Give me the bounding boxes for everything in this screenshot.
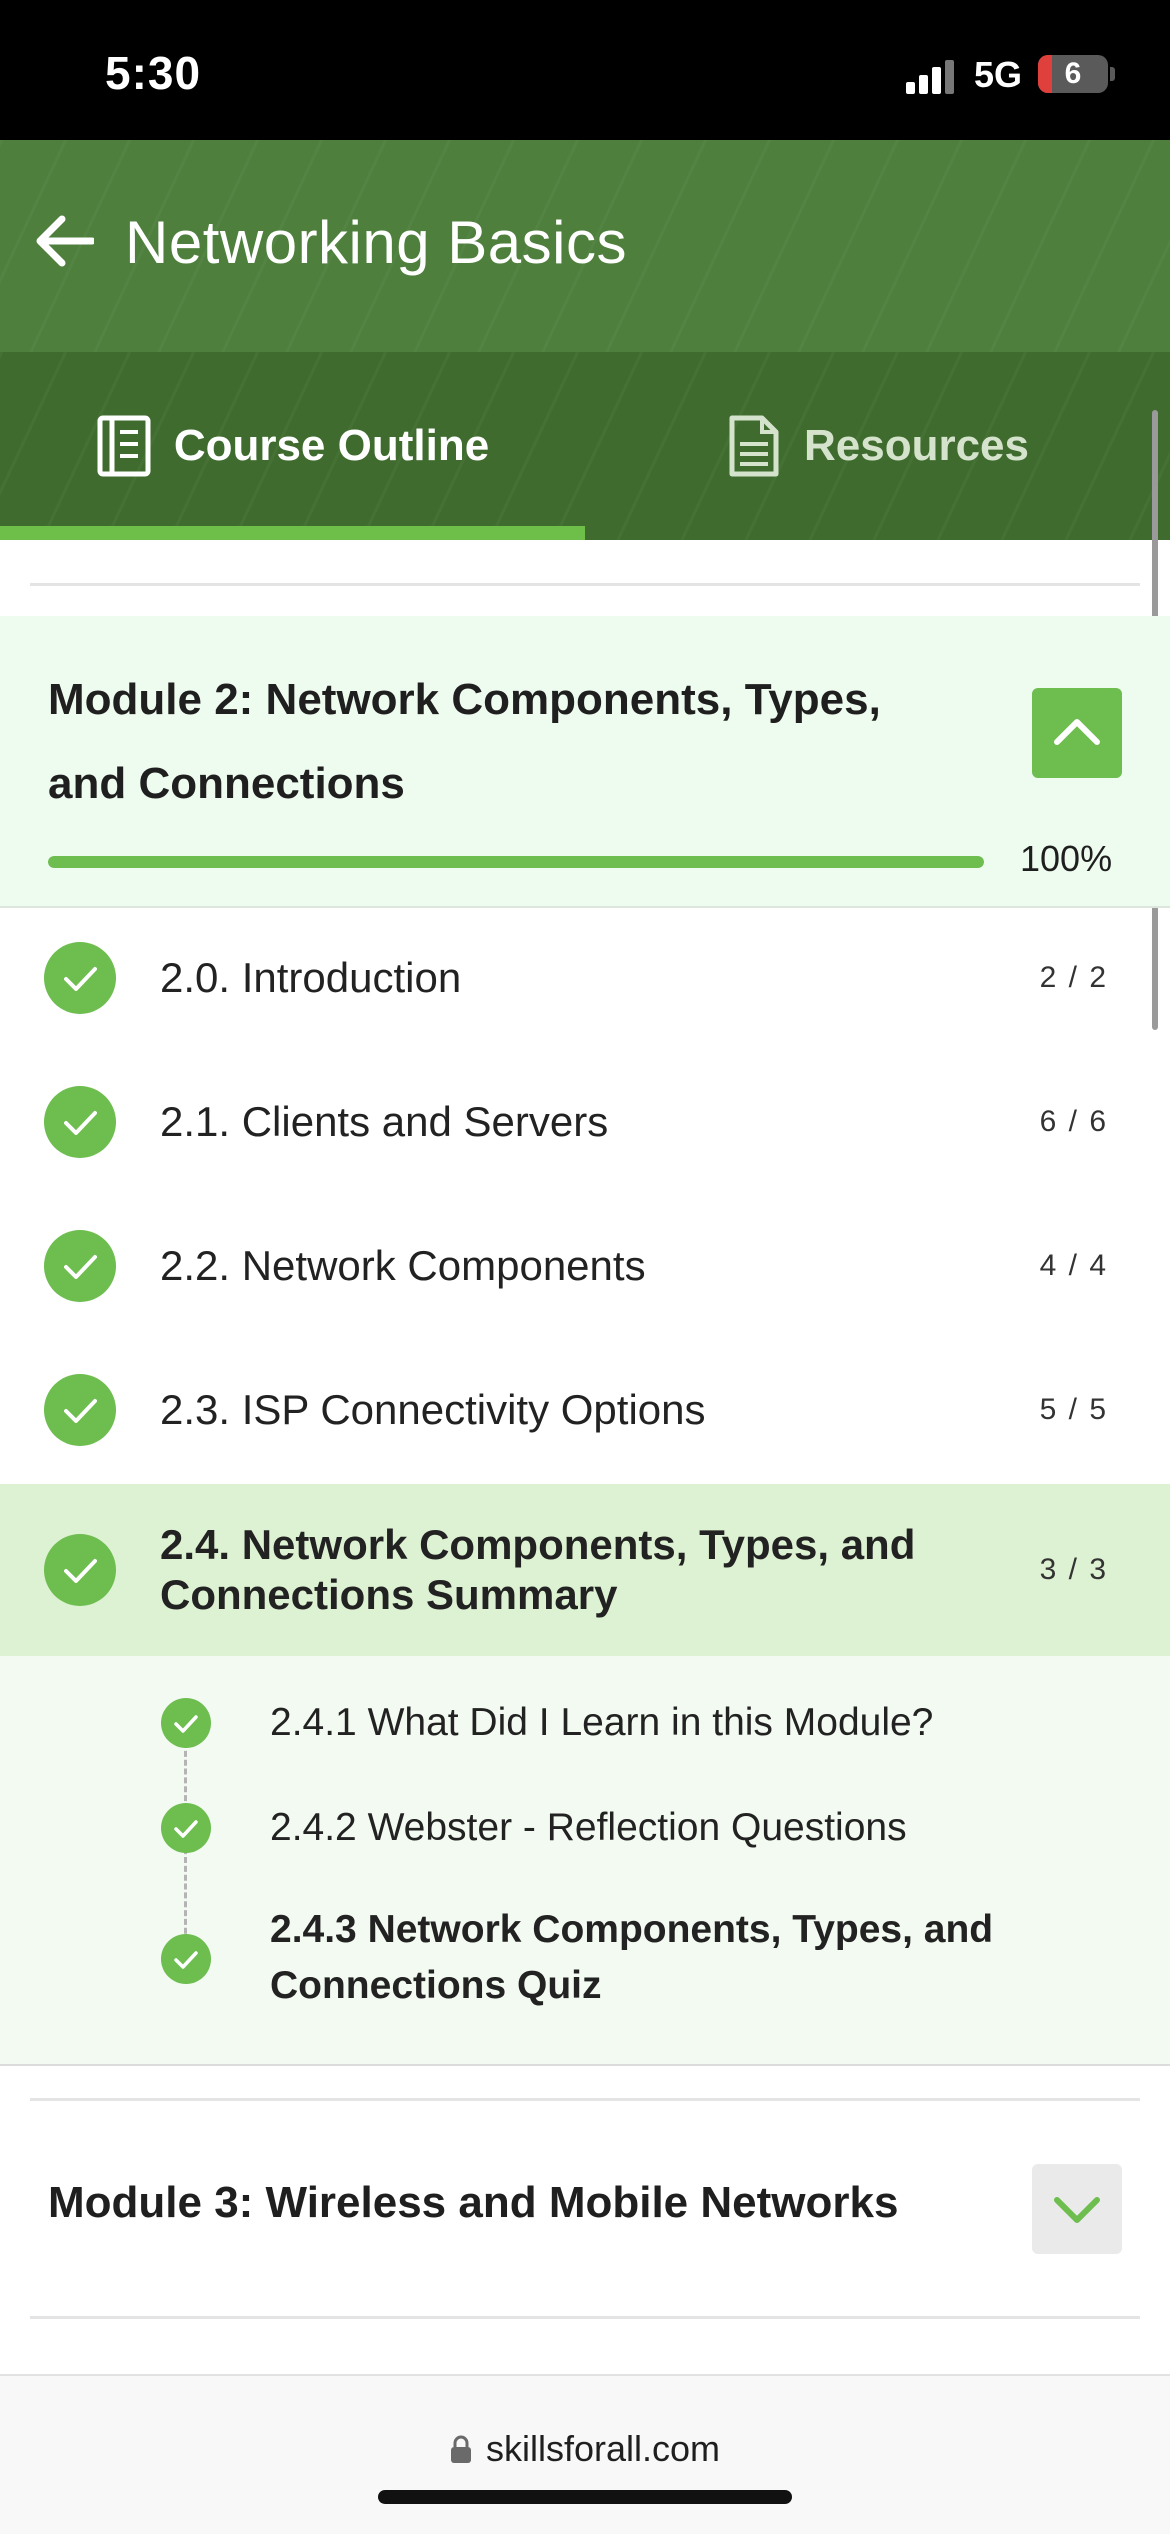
- lesson-count: 2 / 2: [1039, 961, 1108, 994]
- collapse-button[interactable]: [1032, 688, 1122, 778]
- check-icon: [44, 1374, 116, 1446]
- check-icon: [44, 1230, 116, 1302]
- network-type: 5G: [974, 54, 1023, 95]
- module-3-title[interactable]: Module 3: Wireless and Mobile Networks: [48, 2178, 898, 2228]
- check-icon: [161, 1698, 211, 1748]
- divider: [30, 2316, 1140, 2319]
- module-2-header[interactable]: Module 2: Network Components, Types, and…: [0, 616, 1170, 908]
- module-2-title: Module 2: Network Components, Types, and…: [48, 675, 881, 808]
- lesson-title: 2.3. ISP Connectivity Options: [160, 1386, 706, 1433]
- lock-icon: [450, 2435, 471, 2463]
- check-icon: [161, 1803, 211, 1853]
- battery-nub: [1110, 67, 1115, 81]
- tab-resources[interactable]: Resources: [585, 352, 1170, 540]
- sublesson-title: 2.4.3 Network Components, Types, and Con…: [270, 1908, 994, 2007]
- lesson-title: 2.4. Network Components, Types, and Conn…: [160, 1521, 916, 1618]
- url-text: skillsforall.com: [485, 2428, 721, 2469]
- check-icon: [44, 942, 116, 1014]
- tab-bar: Course Outline Resources: [0, 352, 1170, 540]
- lesson-count: 3 / 3: [1039, 1553, 1108, 1586]
- book-icon: [97, 415, 151, 477]
- lesson-title: 2.2. Network Components: [160, 1242, 646, 1289]
- signal-icon: [906, 58, 958, 94]
- lesson-count: 4 / 4: [1039, 1249, 1108, 1282]
- page-title: Networking Basics: [125, 209, 628, 276]
- home-indicator[interactable]: [378, 2490, 792, 2504]
- sublesson-title: 2.4.1 What Did I Learn in this Module?: [270, 1701, 934, 1744]
- check-icon: [161, 1934, 211, 1984]
- tab-course-outline[interactable]: Course Outline: [0, 352, 585, 540]
- battery-level: 6: [1064, 57, 1082, 90]
- lesson-count: 5 / 5: [1039, 1393, 1108, 1426]
- tab-label: Resources: [803, 421, 1029, 470]
- chevron-down-icon: [1054, 2197, 1100, 2223]
- sublesson-list: 2.4.1 What Did I Learn in this Module? 2…: [0, 1656, 1170, 2066]
- arrow-left-icon[interactable]: [36, 215, 96, 267]
- lesson-count: 6 / 6: [1039, 1105, 1108, 1138]
- lesson-row[interactable]: 2.3. ISP Connectivity Options 5 / 5: [0, 1338, 1170, 1482]
- divider: [30, 2098, 1140, 2101]
- lesson-row[interactable]: 2.1. Clients and Servers 6 / 6: [0, 1050, 1170, 1194]
- battery-icon: 6: [1038, 55, 1108, 93]
- check-icon: [44, 1534, 116, 1606]
- document-icon: [729, 415, 779, 477]
- progress-fill: [48, 856, 984, 868]
- status-time: 5:30: [105, 47, 202, 99]
- check-icon: [44, 1086, 116, 1158]
- module-progress-bar: [48, 856, 984, 868]
- expand-button[interactable]: [1032, 2164, 1122, 2254]
- lesson-row[interactable]: 2.2. Network Components 4 / 4: [0, 1194, 1170, 1338]
- module-progress-text: 100%: [1020, 838, 1113, 879]
- lesson-title: 2.0. Introduction: [160, 954, 462, 1001]
- lesson-row-active[interactable]: 2.4. Network Components, Types, and Conn…: [0, 1484, 1170, 1656]
- sublesson-title: 2.4.2 Webster - Reflection Questions: [270, 1806, 907, 1849]
- app-header: Networking Basics: [0, 140, 1170, 352]
- divider: [30, 583, 1140, 586]
- chevron-up-icon: [1054, 719, 1100, 745]
- lesson-title: 2.1. Clients and Servers: [160, 1098, 609, 1145]
- tab-label: Course Outline: [173, 421, 490, 470]
- active-tab-indicator: [0, 526, 585, 540]
- lesson-row[interactable]: 2.0. Introduction 2 / 2: [0, 906, 1170, 1050]
- browser-address-bar[interactable]: skillsforall.com: [0, 2374, 1170, 2534]
- status-bar: 5:30 5G 6: [0, 0, 1170, 140]
